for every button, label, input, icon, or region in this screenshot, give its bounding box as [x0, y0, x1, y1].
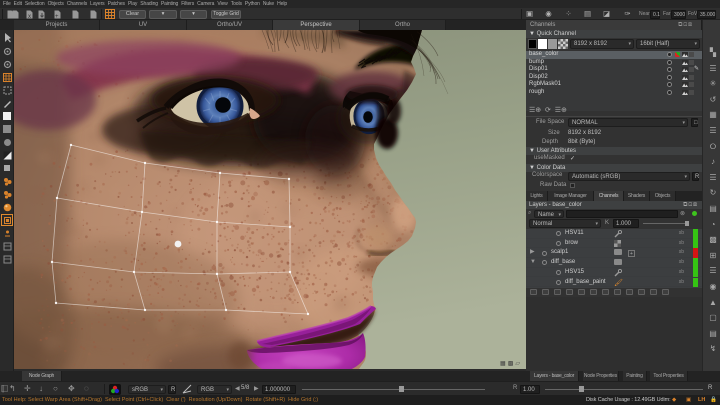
svg-text:+: +: [55, 14, 59, 19]
svg-text:x: x: [28, 14, 31, 19]
